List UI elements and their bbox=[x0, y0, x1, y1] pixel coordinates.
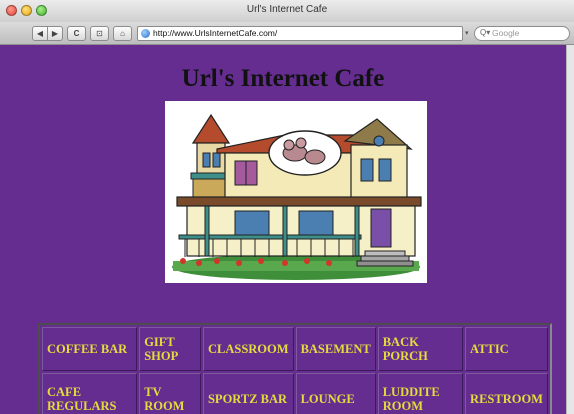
window-titlebar: Url's Internet Cafe bbox=[0, 0, 574, 23]
nav-link-back-porch[interactable]: BACK PORCH bbox=[377, 327, 464, 371]
address-dropdown-icon[interactable]: ▾ bbox=[465, 29, 469, 37]
home-button[interactable]: ⌂ bbox=[113, 26, 132, 41]
nav-link-tv-room[interactable]: TV ROOM bbox=[139, 373, 201, 414]
address-bar[interactable]: http://www.UrlsInternetCafe.com/ bbox=[137, 26, 463, 41]
back-button[interactable]: ◀ bbox=[32, 26, 48, 41]
page-viewport: Url's Internet Cafe COFFEE BAR GIFT SHOP… bbox=[0, 45, 566, 414]
snapback-button[interactable]: ⊡ bbox=[90, 26, 109, 41]
nav-link-sportz-bar[interactable]: SPORTZ BAR bbox=[202, 373, 294, 414]
reload-button[interactable]: C bbox=[67, 26, 86, 41]
globe-icon bbox=[141, 29, 150, 38]
address-bar-url[interactable]: http://www.UrlsInternetCafe.com/ bbox=[153, 28, 277, 38]
nav-link-coffee-bar[interactable]: COFFEE BAR bbox=[42, 327, 138, 371]
room-navigation-table: COFFEE BAR GIFT SHOP CLASSROOM BASEMENT … bbox=[38, 323, 552, 414]
house-illustration bbox=[172, 113, 422, 280]
hero-image bbox=[165, 101, 427, 283]
nav-link-restroom[interactable]: RESTROOM bbox=[465, 373, 548, 414]
window-title: Url's Internet Cafe bbox=[246, 4, 328, 15]
search-icon[interactable]: Q▾ bbox=[480, 28, 490, 37]
nav-link-lounge[interactable]: LOUNGE bbox=[295, 373, 376, 414]
nav-link-gift-shop[interactable]: GIFT SHOP bbox=[139, 327, 201, 371]
nav-link-classroom[interactable]: CLASSROOM bbox=[202, 327, 294, 371]
nav-link-attic[interactable]: ATTIC bbox=[465, 327, 548, 371]
search-field[interactable]: Q▾ Google bbox=[474, 26, 570, 41]
page-title: Url's Internet Cafe bbox=[181, 65, 385, 92]
forward-button[interactable]: ▶ bbox=[47, 26, 63, 41]
nav-link-cafe-regulars[interactable]: CAFE REGULARS bbox=[42, 373, 138, 414]
nav-link-luddite-room[interactable]: LUDDITE ROOM bbox=[377, 373, 464, 414]
search-placeholder[interactable]: Google bbox=[492, 28, 519, 38]
nav-link-basement[interactable]: BASEMENT bbox=[295, 327, 376, 371]
browser-toolbar: ◀ ▶ C ⊡ ⌂ http://www.UrlsInternetCafe.co… bbox=[0, 22, 574, 45]
vertical-scrollbar[interactable] bbox=[566, 45, 574, 414]
nav-row: COFFEE BAR GIFT SHOP CLASSROOM BASEMENT … bbox=[42, 327, 548, 371]
nav-row: CAFE REGULARS TV ROOM SPORTZ BAR LOUNGE … bbox=[42, 373, 548, 414]
